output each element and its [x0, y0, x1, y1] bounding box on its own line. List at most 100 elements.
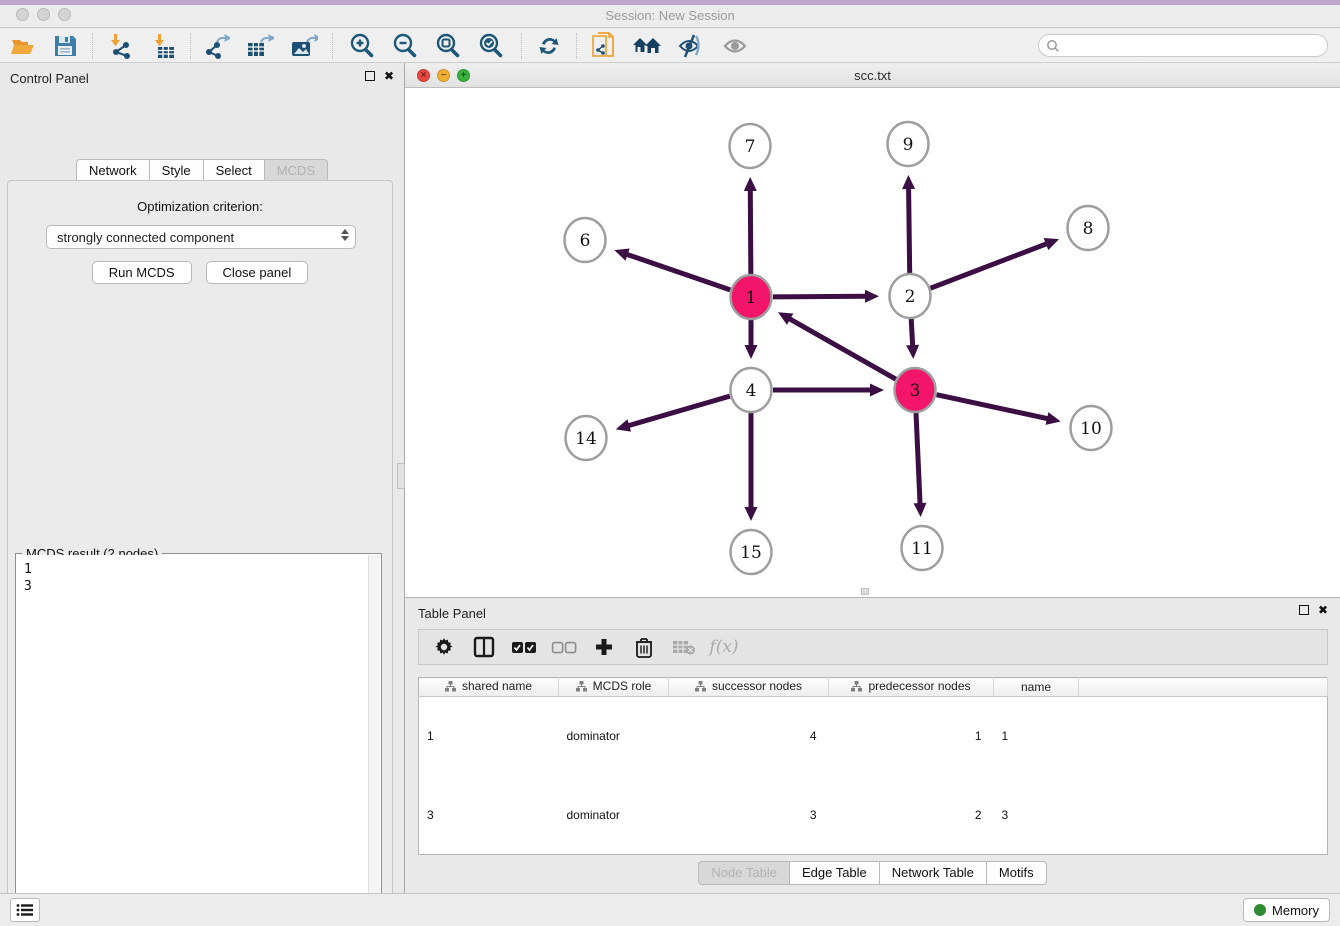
window-titlebar: Session: New Session — [0, 0, 1340, 28]
divider-handle[interactable] — [397, 463, 405, 489]
tab-motifs[interactable]: Motifs — [986, 861, 1047, 885]
graph-node-label: 14 — [575, 429, 597, 449]
network-canvas[interactable]: 1234678910111415 — [405, 88, 1340, 597]
arrowhead-icon — [614, 248, 629, 260]
save-icon[interactable] — [50, 32, 80, 60]
graph-edge-1-2[interactable] — [773, 296, 867, 297]
float-table-panel-icon[interactable] — [1299, 605, 1309, 615]
arrowhead-icon — [1046, 412, 1061, 425]
tab-network-table[interactable]: Network Table — [879, 861, 986, 885]
columns-icon[interactable] — [471, 634, 497, 660]
graph-edge-4-14[interactable] — [627, 396, 730, 426]
toolbar-separator — [576, 33, 577, 59]
graph-edge-1-7[interactable] — [750, 189, 751, 275]
hierarchy-icon — [851, 681, 862, 692]
network-graph[interactable]: 1234678910111415 — [405, 88, 1340, 597]
run-mcds-button[interactable]: Run MCDS — [92, 261, 192, 284]
search-icon — [1046, 39, 1060, 53]
table-tabs: Node Table Edge Table Network Table Moti… — [405, 861, 1340, 885]
export-image-icon[interactable] — [289, 32, 319, 60]
tab-node-table[interactable]: Node Table — [698, 861, 789, 885]
graph-edge-2-8[interactable] — [931, 243, 1048, 288]
arrowhead-icon — [745, 345, 758, 359]
graph-node-label: 7 — [745, 137, 756, 157]
table-panel-title: Table Panel — [418, 606, 486, 621]
mcds-result-box: MCDS result (2 nodes) 1 3 — [15, 553, 382, 925]
toolbar-separator — [521, 33, 522, 59]
graph-edge-3-11[interactable] — [916, 412, 920, 505]
criterion-value: strongly connected component — [57, 230, 234, 245]
column-header-mcds-role[interactable]: MCDS role — [559, 678, 669, 697]
graph-node-label: 9 — [903, 135, 914, 155]
zoom-fit-icon[interactable] — [433, 32, 463, 60]
graph-edge-3-10[interactable] — [937, 395, 1049, 419]
hierarchy-icon — [695, 681, 706, 692]
network-titlebar[interactable]: × − + scc.txt — [405, 63, 1340, 88]
column-header-shared-name[interactable]: shared name — [419, 678, 559, 697]
network-file-icon[interactable] — [589, 32, 619, 60]
column-header-successor-nodes[interactable]: successor nodes — [669, 678, 829, 697]
column-header-predecessor-nodes[interactable]: predecessor nodes — [829, 678, 994, 697]
select-all-icon[interactable] — [511, 634, 537, 660]
arrowhead-icon — [616, 419, 631, 431]
import-network-icon[interactable] — [104, 32, 134, 60]
criterion-dropdown[interactable]: strongly connected component — [46, 225, 356, 249]
optimization-criterion-label: Optimization criterion: — [8, 199, 392, 214]
table-row[interactable]: 3dominator 32 3 — [419, 776, 1328, 855]
hierarchy-icon — [576, 681, 587, 692]
search-input[interactable] — [1064, 39, 1327, 53]
mcds-result-list[interactable]: 1 3 — [17, 555, 380, 923]
refresh-icon[interactable] — [534, 32, 564, 60]
mcds-result-item: 1 — [24, 561, 380, 578]
arrowhead-icon — [902, 175, 915, 189]
hide-graphics-icon[interactable] — [676, 32, 706, 60]
table-toolbar: f(x) — [418, 629, 1328, 665]
node-table[interactable]: shared name MCDS role successor nodes pr… — [418, 677, 1328, 855]
column-header-name[interactable]: name — [994, 678, 1079, 697]
gear-icon[interactable] — [431, 634, 457, 660]
result-scrollbar[interactable] — [368, 555, 380, 923]
export-network-icon[interactable] — [202, 32, 232, 60]
network-view-window: × − + scc.txt 1234678910111415 — [405, 63, 1340, 597]
graph-edge-1-6[interactable] — [626, 254, 731, 290]
add-row-icon[interactable] — [591, 634, 617, 660]
open-folder-icon[interactable] — [8, 32, 38, 60]
search-field[interactable] — [1038, 34, 1328, 57]
arrowhead-icon — [870, 384, 884, 397]
column-header-empty — [1079, 678, 1328, 697]
show-graphics-icon[interactable] — [720, 32, 750, 60]
graph-edge-3-1[interactable] — [788, 318, 895, 379]
close-table-panel-icon[interactable]: ✖ — [1318, 604, 1328, 616]
zoom-out-icon[interactable] — [390, 32, 420, 60]
toolbar-separator — [190, 33, 191, 59]
graph-edge-2-9[interactable] — [909, 187, 910, 274]
mcds-result-item: 3 — [24, 578, 380, 595]
zoom-selected-icon[interactable] — [476, 32, 506, 60]
graph-node-label: 10 — [1080, 419, 1102, 439]
graph-edge-2-3[interactable] — [911, 318, 913, 347]
table-panel: Table Panel ✖ f(x) — [405, 597, 1340, 893]
control-panel-title: Control Panel — [10, 71, 89, 86]
table-row[interactable]: 1dominator 41 1 — [419, 697, 1328, 776]
graph-node-label: 6 — [580, 231, 591, 251]
control-panel: Control Panel ✖ Network Style Select MCD… — [0, 63, 404, 893]
function-icon[interactable]: f(x) — [711, 634, 737, 660]
export-table-icon[interactable] — [245, 32, 275, 60]
memory-button[interactable]: Memory — [1243, 898, 1330, 922]
hierarchy-icon — [445, 681, 456, 692]
split-resize-grip[interactable] — [861, 588, 869, 595]
memory-status-icon — [1254, 904, 1266, 916]
task-list-icon[interactable] — [10, 898, 40, 922]
float-panel-icon[interactable] — [365, 71, 375, 81]
close-panel-button[interactable]: Close panel — [206, 261, 309, 284]
import-table-icon[interactable] — [148, 32, 178, 60]
close-panel-icon[interactable]: ✖ — [384, 70, 394, 82]
deselect-all-icon[interactable] — [551, 634, 577, 660]
home-networks-icon[interactable] — [632, 32, 662, 60]
network-view-title: scc.txt — [405, 68, 1340, 83]
titlebar-accent — [0, 0, 1340, 5]
zoom-in-icon[interactable] — [347, 32, 377, 60]
delete-row-icon[interactable] — [631, 634, 657, 660]
delete-table-icon[interactable] — [671, 634, 697, 660]
tab-edge-table[interactable]: Edge Table — [789, 861, 879, 885]
